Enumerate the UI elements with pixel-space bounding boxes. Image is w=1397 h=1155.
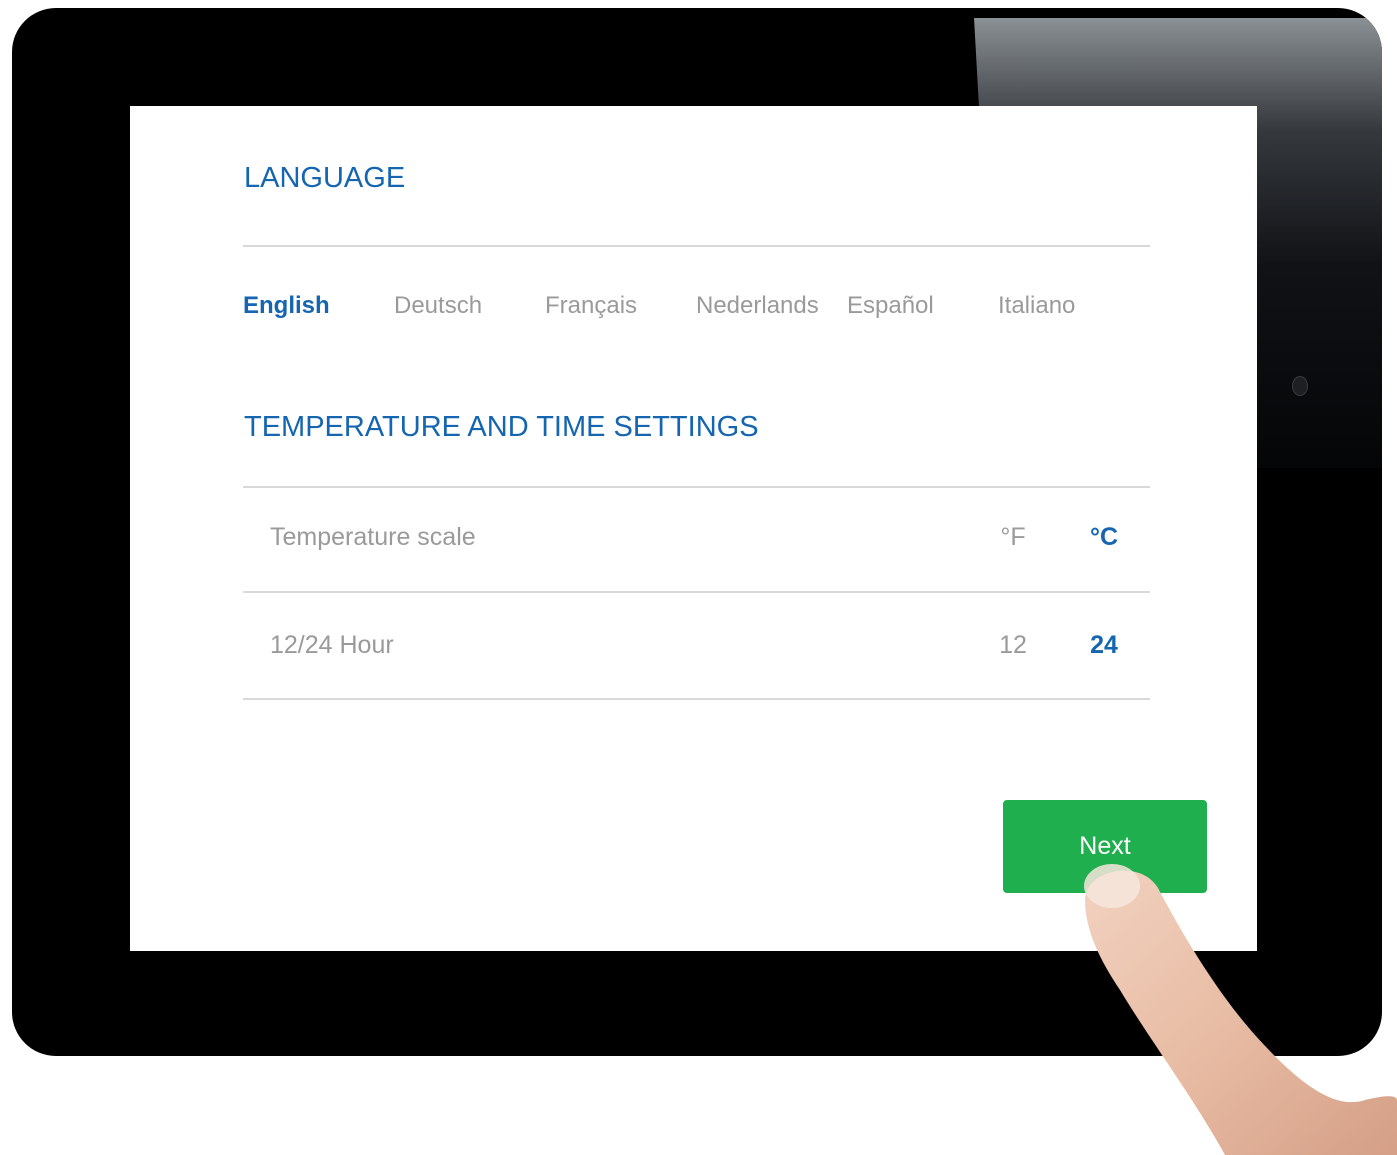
- camera-icon: [1292, 376, 1308, 396]
- language-section-title: LANGUAGE: [244, 162, 406, 194]
- language-option-nederlands[interactable]: Nederlands: [696, 292, 819, 320]
- temperature-scale-label: Temperature scale: [270, 523, 476, 551]
- hour-12-option[interactable]: 12: [988, 631, 1038, 660]
- language-option-italiano[interactable]: Italiano: [998, 292, 1075, 320]
- next-button[interactable]: Next: [1003, 800, 1207, 893]
- hour-format-label: 12/24 Hour: [270, 631, 394, 659]
- setup-screen: LANGUAGE English Deutsch Français Nederl…: [130, 106, 1257, 951]
- language-option-deutsch[interactable]: Deutsch: [394, 292, 482, 320]
- temperature-time-section-title: TEMPERATURE AND TIME SETTINGS: [244, 411, 759, 443]
- divider: [243, 245, 1150, 247]
- fahrenheit-option[interactable]: °F: [988, 523, 1038, 552]
- celsius-option[interactable]: °C: [1079, 523, 1129, 552]
- hour-24-option[interactable]: 24: [1079, 631, 1129, 660]
- language-option-espanol[interactable]: Español: [847, 292, 934, 320]
- divider: [243, 698, 1150, 700]
- divider: [243, 486, 1150, 488]
- divider: [243, 591, 1150, 593]
- language-option-english[interactable]: English: [243, 292, 330, 320]
- language-option-francais[interactable]: Français: [545, 292, 637, 320]
